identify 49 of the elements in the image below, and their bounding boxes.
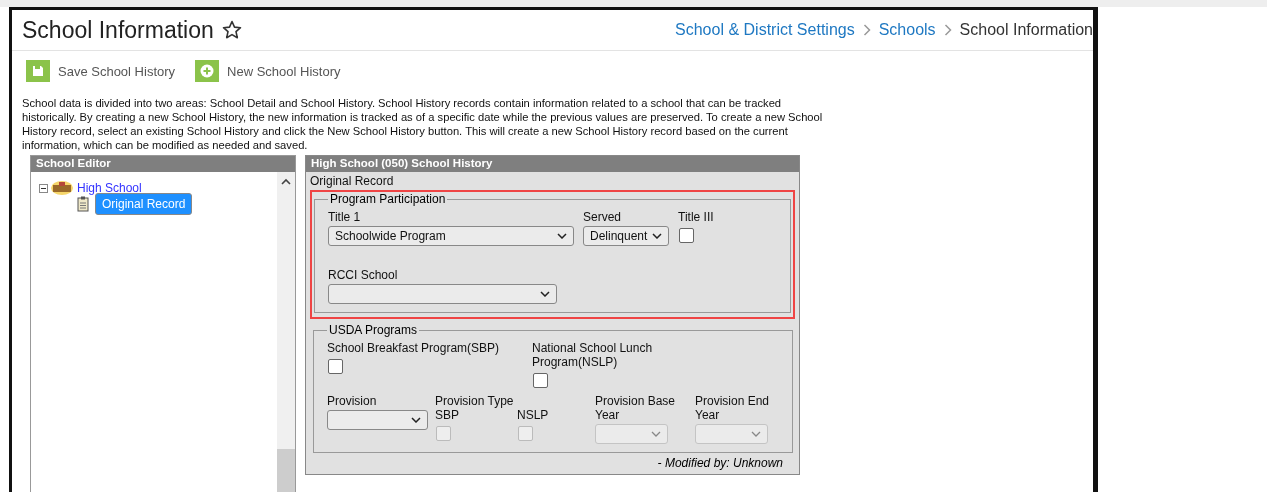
field-label: RCCI School [328,268,399,282]
field-label: School Breakfast Program(SBP) [327,341,501,355]
field-label: Provision Base Year [595,394,677,422]
record-name: Original Record [309,173,395,190]
checkbox[interactable] [679,228,694,243]
field-label: Title III [678,210,714,224]
page-title: School Information [22,16,214,44]
scrollbar[interactable] [277,172,295,492]
modified-by-text: - Modified by: Unknown [656,455,784,470]
new-history-button[interactable]: New School History [195,60,341,82]
title1-dropdown[interactable]: Schoolwide Program [328,226,574,246]
caret-icon [557,233,567,239]
field-label: Served [583,210,623,224]
provision-dropdown[interactable] [327,410,428,430]
field-label: NSLP [517,407,550,422]
chevron-icon [862,24,871,36]
served-dropdown[interactable]: Delinquent [583,226,669,246]
breadcrumb-current: School Information [959,21,1093,39]
scroll-thumb[interactable] [277,449,295,492]
save-history-button[interactable]: Save School History [26,60,176,82]
collapse-icon[interactable] [39,183,48,193]
caret-icon [652,233,662,239]
rcci-dropdown[interactable] [328,284,557,304]
tree-item[interactable]: High School [76,181,143,195]
group-legend: USDA Programs [327,323,420,337]
add-icon [200,64,215,78]
panel-title: School Editor [31,156,295,172]
caret-icon [411,417,421,423]
field-label: Provision [327,394,378,408]
panel-title: High School (050) School History [306,156,799,172]
clipboard-icon [77,196,89,212]
field-label: Title 1 [328,210,362,224]
field-label: National School Lunch Program(NSLP) [532,341,654,369]
checkbox[interactable] [328,359,343,374]
star-icon[interactable] [221,20,242,40]
checkbox[interactable] [533,373,548,388]
scroll-up-icon[interactable] [281,178,291,186]
save-icon [32,65,44,77]
chevron-icon [943,24,952,36]
description-text: School data is divided into two areas: School Detail and School History. School History records contain information related to a school that can be tracked historically. By creating a new School History, the new information is tracked as of a specific date while the previous values are preserved. To create a new School History record, select an existing School History and click the New School History button. This will create a new School History record based on the current information, which can be modified as needed and saved. [22,96,824,152]
field-label: Provision End Year [695,394,771,422]
breadcrumb-link[interactable]: Schools [878,21,936,39]
field-label: Provision Type SBP [435,394,515,422]
caret-icon [540,291,550,297]
caret-icon [651,431,661,437]
school-building-icon [51,181,73,195]
breadcrumb-link[interactable]: School & District Settings [675,21,855,39]
caret-icon [751,431,761,437]
group-legend: Program Participation [328,192,448,206]
